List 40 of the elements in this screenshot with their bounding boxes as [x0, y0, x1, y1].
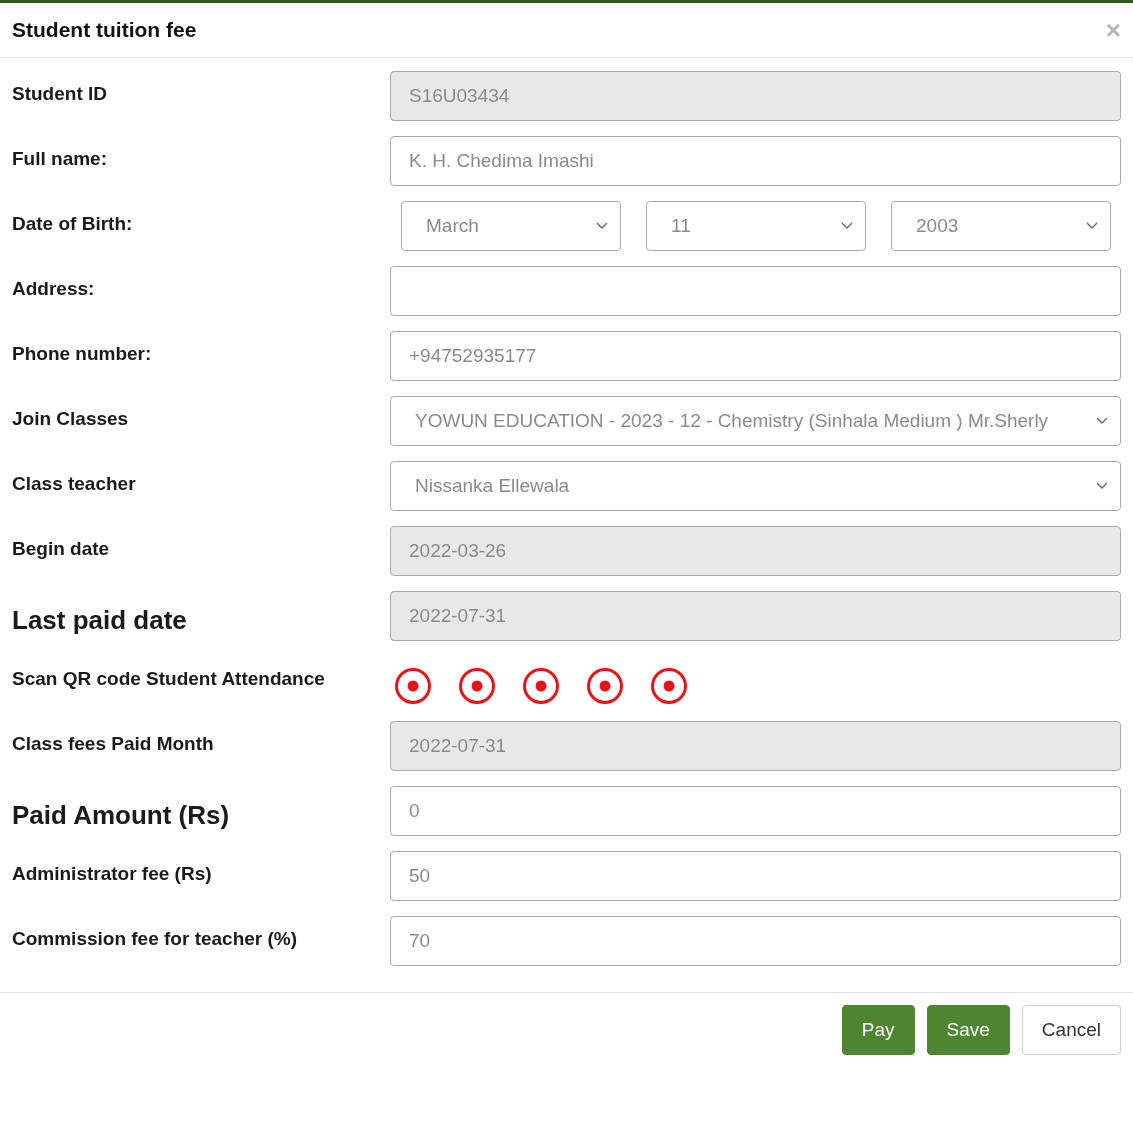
select-field[interactable]: Nissanka Ellewala	[390, 461, 1121, 511]
field-label: Join Classes	[12, 407, 130, 430]
select-field[interactable]: YOWUN EDUCATION - 2023 - 12 - Chemistry (Sinhala Medium ) Mr.Sherly	[390, 396, 1121, 446]
input-field[interactable]: K. H. Chedima Imashi	[390, 136, 1121, 186]
input-field[interactable]: 0	[390, 786, 1121, 836]
field-label: Class teacher	[12, 472, 137, 495]
dialog-title: Student tuition fee	[12, 18, 197, 42]
select-field[interactable]: March	[401, 201, 621, 251]
field-label: Class fees Paid Month	[12, 732, 215, 755]
input-field[interactable]: 70	[390, 916, 1121, 966]
close-button[interactable]: ×	[1105, 14, 1121, 46]
chevron-icon	[1096, 417, 1108, 425]
chevron-icon	[1096, 482, 1108, 490]
field-label: Address:	[12, 277, 96, 300]
field-label: Student ID	[12, 82, 108, 105]
input-field[interactable]: +94752935177	[390, 331, 1121, 381]
field-label: Date of Birth:	[12, 212, 134, 235]
field-label: Full name:	[12, 147, 108, 170]
dialog-button[interactable]: Pay	[841, 1005, 915, 1055]
chevron-icon	[596, 222, 608, 230]
chevron-icon	[841, 222, 853, 230]
field-label: Scan QR code Student Attendance	[12, 667, 326, 690]
radio-button[interactable]	[522, 667, 560, 705]
dialog-button[interactable]: Cancel	[1021, 1005, 1121, 1055]
field-label: Paid Amount (Rs)	[12, 799, 231, 831]
radio-button[interactable]	[650, 667, 688, 705]
field-label: Administrator fee (Rs)	[12, 862, 213, 885]
field-label: Last paid date	[12, 604, 188, 636]
radio-button[interactable]	[458, 667, 496, 705]
select-field[interactable]: 11	[646, 201, 866, 251]
field-label: Begin date	[12, 537, 111, 560]
input-field[interactable]	[390, 266, 1121, 316]
chevron-icon	[1086, 222, 1098, 230]
radio-button[interactable]	[394, 667, 432, 705]
field-label: Phone number:	[12, 342, 153, 365]
dialog-button[interactable]: Save	[926, 1005, 1010, 1055]
radio-button[interactable]	[586, 667, 624, 705]
input-field[interactable]: 50	[390, 851, 1121, 901]
field-label: Commission fee for teacher (%)	[12, 927, 299, 950]
select-field[interactable]: 2003	[891, 201, 1111, 251]
